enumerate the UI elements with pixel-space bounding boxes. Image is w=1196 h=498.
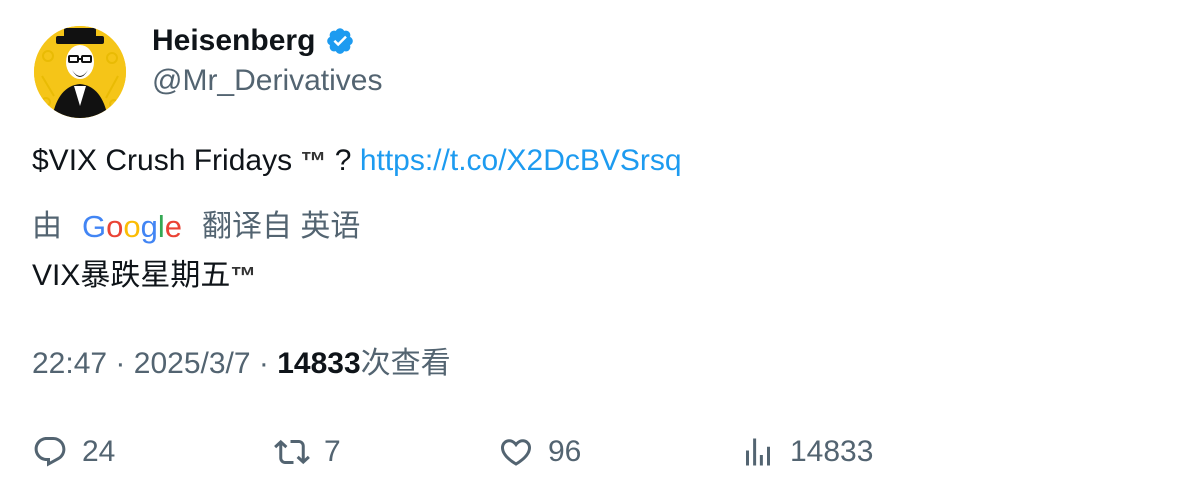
reply-button[interactable]: 24 <box>32 432 115 472</box>
reply-icon <box>34 437 66 467</box>
tweet-time[interactable]: 22:47 <box>32 347 107 380</box>
meta-separator: · <box>258 347 269 380</box>
verified-badge-icon <box>325 26 355 56</box>
tweet-date[interactable]: 2025/3/7 <box>134 347 251 380</box>
views-count: 14833 <box>277 347 361 380</box>
author-handle[interactable]: @Mr_Derivatives <box>152 62 383 100</box>
author-display-name[interactable]: Heisenberg <box>152 22 315 60</box>
google-logo-icon: Google <box>82 209 182 244</box>
retweet-count: 7 <box>324 435 341 468</box>
views-action-count: 14833 <box>790 435 874 468</box>
heisenberg-avatar-icon <box>34 26 126 118</box>
reply-count: 24 <box>82 435 116 468</box>
translated-body-text: VIX暴跌星期五 <box>32 259 231 292</box>
tweet-body-text: $VIX Crush Fridays <box>32 144 293 177</box>
retweet-button[interactable]: 7 <box>274 432 341 472</box>
like-button[interactable]: 96 <box>498 432 581 472</box>
views-chart-icon <box>746 438 770 466</box>
translation-attribution[interactable]: 由 Google 翻译自 英语 <box>32 208 360 246</box>
translated-from-label: 翻译自 英语 <box>202 210 361 243</box>
views-button[interactable]: 14833 <box>740 432 873 472</box>
views-label: 次查看 <box>360 347 451 380</box>
translated-trademark-symbol: ™ <box>230 261 257 291</box>
meta-separator: · <box>115 347 126 380</box>
tweet-question-mark: ? <box>334 144 352 177</box>
translated-text: VIX暴跌星期五™ <box>32 257 256 295</box>
heart-icon <box>500 439 532 466</box>
tweet-meta: 22:47 · 2025/3/7 · 14833次查看 <box>32 345 451 383</box>
retweet-icon <box>274 439 310 465</box>
tweet-link[interactable]: https://t.co/X2DcBVSrsq <box>360 144 682 177</box>
action-bar: 24 7 96 14833 <box>0 432 1196 472</box>
tweet-text: $VIX Crush Fridays ™ ? https://t.co/X2Dc… <box>32 142 682 180</box>
avatar[interactable] <box>34 26 126 118</box>
like-count: 96 <box>548 435 582 468</box>
translation-by-label: 由 <box>32 210 62 243</box>
author-name-row[interactable]: Heisenberg <box>152 22 355 60</box>
trademark-symbol: ™ <box>300 146 327 176</box>
svg-text:Google: Google <box>82 209 182 244</box>
